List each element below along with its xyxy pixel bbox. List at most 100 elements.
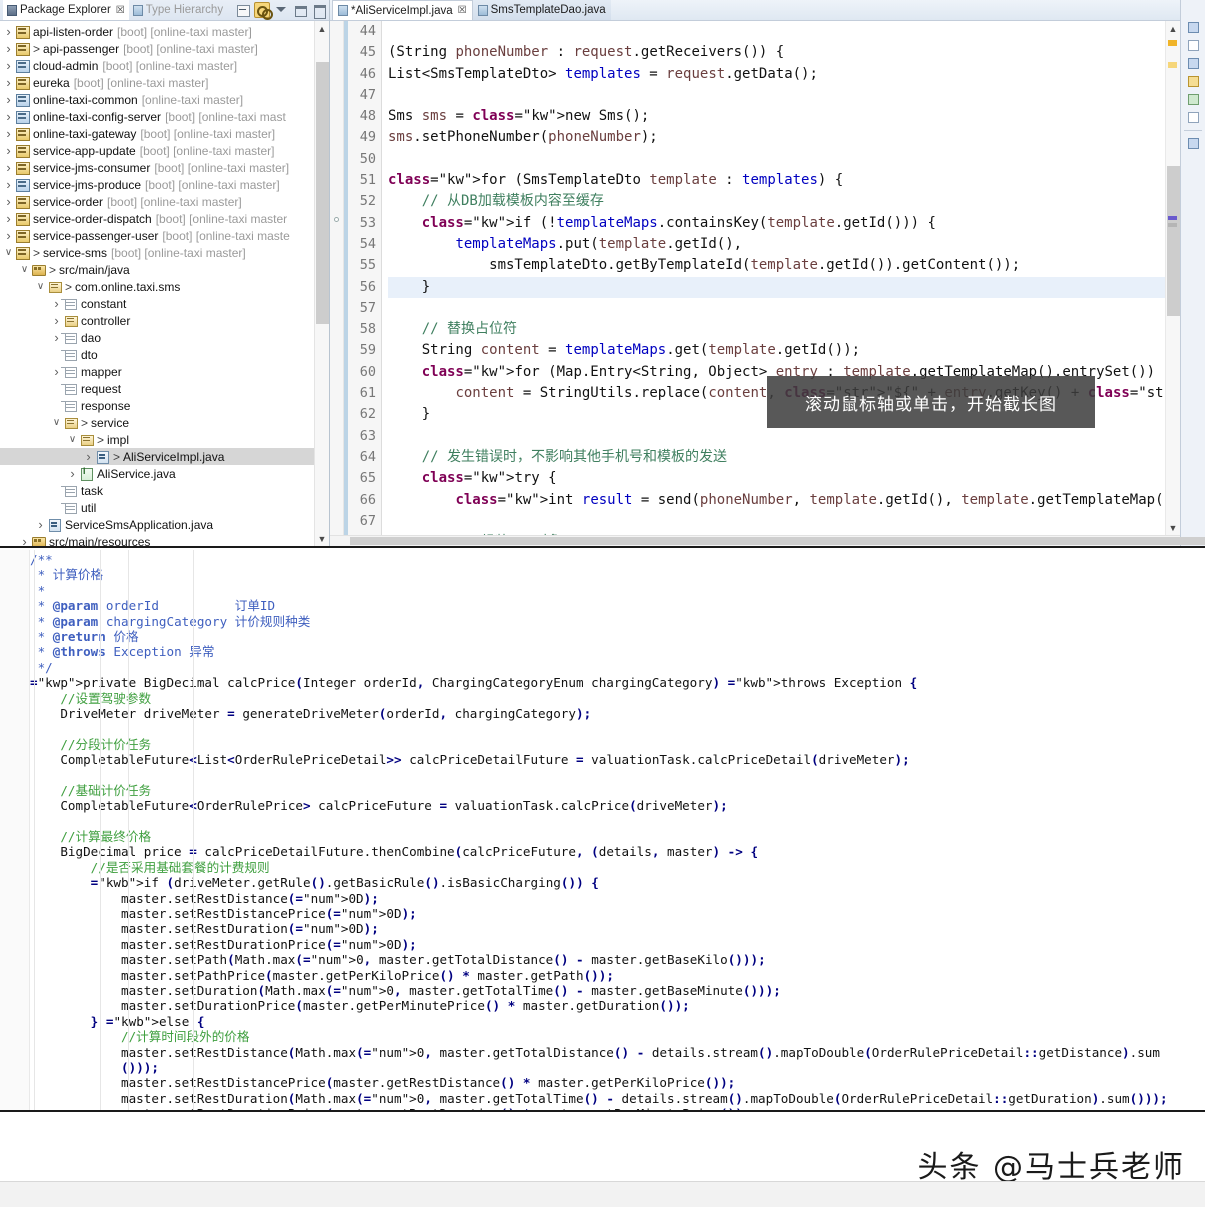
scroll-thumb[interactable] <box>315 62 329 324</box>
code-line[interactable] <box>388 21 1165 42</box>
tree-item[interactable]: ServiceSmsApplication.java <box>0 516 314 533</box>
code-line[interactable]: List<SmsTemplateDto> templates = request… <box>388 64 1165 85</box>
code-line[interactable]: class="kw">if (!templateMaps.containsKey… <box>388 213 1165 234</box>
chevron-right-icon[interactable] <box>2 228 15 243</box>
tree-item[interactable]: api-listen-order[boot] [online-taxi mast… <box>0 23 314 40</box>
code-line[interactable]: smsTemplateDto.getByTemplateId(template.… <box>388 255 1165 276</box>
code-line[interactable]: * @param chargingCategory 计价规则种类 <box>30 614 1205 629</box>
chevron-right-icon[interactable] <box>2 92 15 107</box>
tree-item[interactable]: >impl <box>0 431 314 448</box>
editor-scrollbar[interactable]: ▲ ▼ <box>1165 21 1180 535</box>
code-line[interactable]: } <box>388 276 1165 298</box>
tree-item[interactable]: util <box>0 499 314 516</box>
code-line[interactable]: * @throws Exception 异常 <box>30 644 1205 659</box>
chevron-right-icon[interactable] <box>34 517 47 532</box>
code-line[interactable]: master.setRestDurationPrice(="num">0D); <box>30 937 1205 952</box>
tree-item[interactable]: online-taxi-config-server[boot] [online-… <box>0 108 314 125</box>
tree-item[interactable]: service-jms-consumer[boot] [online-taxi … <box>0 159 314 176</box>
outline-item-icon[interactable] <box>1187 138 1199 149</box>
scroll-down-icon[interactable]: ▼ <box>315 531 330 546</box>
code-line[interactable]: (String phoneNumber : request.getReceive… <box>388 42 1165 63</box>
chevron-right-icon[interactable] <box>2 211 15 226</box>
scroll-track[interactable] <box>1166 36 1181 520</box>
code-line[interactable]: master.setRestDistance(="num">0D); <box>30 891 1205 906</box>
code-line[interactable]: Sms sms = class="kw">new Sms(); <box>388 106 1165 127</box>
chevron-down-icon[interactable] <box>66 434 79 445</box>
chevron-down-icon[interactable] <box>34 281 47 292</box>
code-line[interactable]: * @param orderId 订单ID <box>30 598 1205 613</box>
view-menu-chevron-down-icon[interactable] <box>273 2 289 18</box>
occurrence-marker-icon[interactable] <box>1167 216 1177 220</box>
code-line[interactable]: //基础计价任务 <box>30 783 1205 798</box>
minimize-icon[interactable] <box>292 2 308 18</box>
code-line[interactable]: // 发生错误时，不影响其他手机号和模板的发送 <box>388 447 1165 468</box>
chevron-right-icon[interactable] <box>2 24 15 39</box>
outline-field-icon[interactable] <box>1187 58 1199 69</box>
code-line[interactable]: /** <box>30 552 1205 567</box>
tree-item[interactable]: service-passenger-user[boot] [online-tax… <box>0 227 314 244</box>
chevron-right-icon[interactable] <box>82 449 95 464</box>
chevron-down-icon[interactable] <box>50 417 63 428</box>
code-line[interactable]: class="kw">int result = send(phoneNumber… <box>388 490 1165 511</box>
tree-item[interactable]: mapper <box>0 363 314 380</box>
code-line[interactable]: CompletableFuture<OrderRulePrice> calcPr… <box>30 798 1205 813</box>
code-line[interactable]: ="kwb">if (driveMeter.getRule().getBasic… <box>30 875 1205 890</box>
code-line[interactable]: master.setRestDuration(Math.max(="num">0… <box>30 1091 1205 1106</box>
code-line[interactable]: * @return 价格 <box>30 629 1205 644</box>
tree-item[interactable]: dto <box>0 346 314 363</box>
warning-marker-icon[interactable] <box>1167 40 1177 46</box>
code-line[interactable]: } ="kwb">else { <box>30 1014 1205 1029</box>
scroll-up-icon[interactable]: ▲ <box>1166 21 1181 36</box>
chevron-right-icon[interactable] <box>2 109 15 124</box>
code-line[interactable] <box>30 721 1205 736</box>
code-line[interactable]: // 从DB加载模板内容至缓存 <box>388 191 1165 212</box>
chevron-right-icon[interactable] <box>66 466 79 481</box>
tree-item[interactable]: online-taxi-gateway[boot] [online-taxi m… <box>0 125 314 142</box>
chevron-right-icon[interactable] <box>50 313 63 328</box>
code-line[interactable] <box>388 511 1165 532</box>
tree-item[interactable]: response <box>0 397 314 414</box>
chevron-right-icon[interactable] <box>2 126 15 141</box>
chevron-right-icon[interactable] <box>18 534 31 546</box>
code-line[interactable] <box>388 298 1165 319</box>
package-explorer-tree[interactable]: api-listen-order[boot] [online-taxi mast… <box>0 21 314 546</box>
code-line[interactable]: // 替换占位符 <box>388 319 1165 340</box>
editor-horizontal-scrollbar[interactable] <box>330 535 1205 546</box>
code-line[interactable]: * 计算价格 <box>30 567 1205 582</box>
scroll-up-icon[interactable]: ▲ <box>315 21 330 36</box>
tree-item[interactable]: controller <box>0 312 314 329</box>
breakpoint-marker-icon[interactable] <box>334 217 339 222</box>
code-line[interactable]: master.setRestDuration(="num">0D); <box>30 921 1205 936</box>
chevron-right-icon[interactable] <box>2 160 15 175</box>
tree-item[interactable]: >api-passenger[boot] [online-taxi master… <box>0 40 314 57</box>
code-line[interactable]: */ <box>30 660 1205 675</box>
tree-item[interactable]: >service <box>0 414 314 431</box>
tree-item[interactable]: online-taxi-common[online-taxi master] <box>0 91 314 108</box>
tab-smstemplatedao[interactable]: SmsTemplateDao.java <box>472 0 611 20</box>
code-line[interactable]: templateMaps.put(template.getId(), <box>388 234 1165 255</box>
scroll-down-icon[interactable]: ▼ <box>1166 520 1181 535</box>
code-line[interactable] <box>30 767 1205 782</box>
package-explorer-scrollbar[interactable]: ▲ ▼ <box>314 21 329 546</box>
chevron-right-icon[interactable] <box>2 177 15 192</box>
scroll-track[interactable] <box>315 36 330 531</box>
outline-class-icon[interactable] <box>1187 22 1199 33</box>
code-line[interactable]: master.setDurationPrice(master.getPerMin… <box>30 998 1205 1013</box>
chevron-right-icon[interactable] <box>2 58 15 73</box>
tab-aliserviceimpl[interactable]: *AliServiceImpl.java ☒ <box>332 0 473 20</box>
tree-item[interactable]: dao <box>0 329 314 346</box>
tree-item[interactable]: constant <box>0 295 314 312</box>
scroll-thumb[interactable] <box>350 537 1205 545</box>
tree-item[interactable]: src/main/resources <box>0 533 314 546</box>
link-with-editor-icon[interactable] <box>254 2 273 20</box>
tree-item[interactable]: service-app-update[boot] [online-taxi ma… <box>0 142 314 159</box>
code-line[interactable]: DriveMeter driveMeter = generateDriveMet… <box>30 706 1205 721</box>
occurrence-marker-icon[interactable] <box>1167 223 1177 227</box>
code-line[interactable]: master.setDuration(Math.max(="num">0, ma… <box>30 983 1205 998</box>
code-line[interactable]: //是否采用基础套餐的计费规则 <box>30 860 1205 875</box>
code-line[interactable]: BigDecimal price = calcPriceDetailFuture… <box>30 844 1205 859</box>
warning-marker-icon[interactable] <box>1167 62 1177 68</box>
secondary-code-text[interactable]: /** * 计算价格 * * @param orderId 订单ID * @pa… <box>30 552 1205 1110</box>
code-line[interactable] <box>30 814 1205 829</box>
code-line[interactable]: master.setRestDistance(Math.max(="num">0… <box>30 1045 1205 1060</box>
